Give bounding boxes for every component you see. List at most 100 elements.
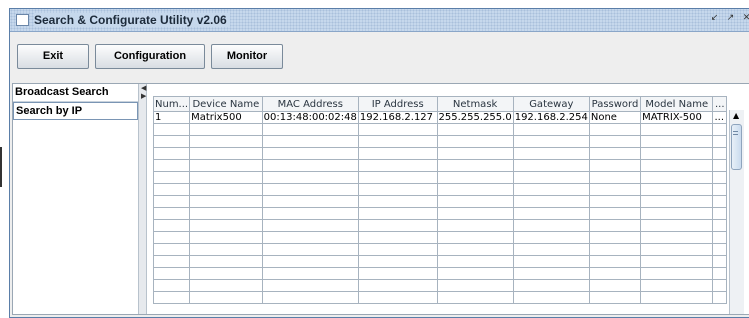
table-row[interactable] (153, 279, 727, 292)
table-cell (512, 207, 590, 220)
table-cell (261, 147, 359, 160)
table-cell (189, 171, 263, 184)
background-strip (0, 0, 9, 316)
table-cell (261, 195, 359, 208)
table-cell (512, 159, 590, 172)
background-mark (0, 147, 2, 187)
close-icon[interactable]: ✕ (740, 13, 749, 25)
table-cell (261, 183, 359, 196)
table-cell (712, 267, 727, 280)
column-header[interactable]: Device Name (189, 96, 263, 112)
table-cell (436, 291, 514, 304)
table-cell: 00:13:48:00:02:48 (261, 111, 359, 124)
table-cell (436, 255, 514, 268)
table-cell (153, 219, 191, 232)
table-cell (512, 231, 590, 244)
table-cell (588, 255, 642, 268)
table-cell (640, 207, 714, 220)
table-cell (436, 159, 514, 172)
table-cell (712, 207, 727, 220)
table-scrollbar[interactable]: ▲ (729, 110, 744, 314)
table-cell (712, 171, 727, 184)
table-cell (588, 243, 642, 256)
table-row[interactable] (153, 183, 727, 196)
column-header[interactable]: ... (712, 96, 727, 112)
table-cell (189, 195, 263, 208)
table-row[interactable] (153, 159, 727, 172)
table-cell (357, 267, 438, 280)
title-bar[interactable]: Search & Configurate Utility v2.06 ↙ ↗ ✕ (10, 9, 749, 32)
table-cell (712, 231, 727, 244)
column-header[interactable]: Gateway (512, 96, 590, 112)
table-row[interactable] (153, 231, 727, 244)
table-row[interactable] (153, 267, 727, 280)
table-cell (153, 267, 191, 280)
table-cell (153, 135, 191, 148)
scroll-grip-icon (733, 131, 738, 135)
configuration-button[interactable]: Configuration (95, 44, 205, 69)
column-header[interactable]: MAC Address (261, 96, 359, 112)
column-header[interactable]: IP Address (357, 96, 438, 112)
table-cell (588, 135, 642, 148)
table-row[interactable]: 1 Matrix500 00:13:48:00:02:48 192.168.2.127… (153, 111, 727, 124)
table-cell: 255.255.255.0 (436, 111, 514, 124)
table-cell (512, 243, 590, 256)
minimize-icon[interactable]: ↙ (708, 13, 721, 25)
column-header[interactable]: Netmask (436, 96, 514, 112)
table-cell (189, 147, 263, 160)
table-cell (436, 231, 514, 244)
table-cell (512, 255, 590, 268)
table-cell (640, 255, 714, 268)
table-cell (189, 123, 263, 136)
column-header[interactable]: Num... (153, 96, 191, 112)
table-row[interactable] (153, 171, 727, 184)
table-cell (640, 267, 714, 280)
column-header[interactable]: Model Name (640, 96, 714, 112)
table-cell (588, 207, 642, 220)
table-cell (512, 135, 590, 148)
column-header[interactable]: Password (588, 96, 642, 112)
expand-right-icon[interactable]: ▶ (141, 93, 146, 100)
table-cell (588, 123, 642, 136)
table-cell (436, 219, 514, 232)
table-row[interactable] (153, 291, 727, 304)
window-title: Search & Configurate Utility v2.06 (34, 13, 230, 27)
table-row[interactable] (153, 207, 727, 220)
table-cell (640, 123, 714, 136)
table-row[interactable] (153, 243, 727, 256)
sidebar-item-search-by-ip[interactable]: Search by IP (13, 102, 138, 120)
sidebar-item-broadcast-search[interactable]: Broadcast Search (13, 84, 138, 102)
table-row[interactable] (153, 255, 727, 268)
table-cell (436, 243, 514, 256)
table-row[interactable] (153, 147, 727, 160)
table-cell (357, 207, 438, 220)
table-cell (588, 147, 642, 160)
table-cell (640, 231, 714, 244)
table-cell (640, 219, 714, 232)
exit-button[interactable]: Exit (17, 44, 89, 69)
scroll-up-icon[interactable]: ▲ (733, 111, 739, 120)
table-row[interactable] (153, 219, 727, 232)
table-cell: MATRIX-500 (640, 111, 714, 124)
table-cell (512, 183, 590, 196)
table-cell (153, 183, 191, 196)
split-divider[interactable]: ◀ ▶ (138, 84, 147, 314)
table-cell (189, 159, 263, 172)
table-cell (357, 279, 438, 292)
table-cell (712, 195, 727, 208)
table-cell (189, 135, 263, 148)
table-row[interactable] (153, 123, 727, 136)
monitor-button[interactable]: Monitor (211, 44, 283, 69)
table-cell (712, 183, 727, 196)
table-row[interactable] (153, 135, 727, 148)
table-cell (357, 123, 438, 136)
table-cell (357, 195, 438, 208)
table-cell: 192.168.2.254 (512, 111, 590, 124)
main-panel: Broadcast Search Search by IP ◀ ▶ Num...… (12, 83, 749, 315)
table-header-row: Num... Device Name MAC Address IP Address Ne… (153, 96, 727, 112)
table-cell (357, 147, 438, 160)
collapse-left-icon[interactable]: ◀ (141, 85, 146, 92)
maximize-icon[interactable]: ↗ (724, 13, 737, 25)
table-cell (640, 279, 714, 292)
table-row[interactable] (153, 195, 727, 208)
